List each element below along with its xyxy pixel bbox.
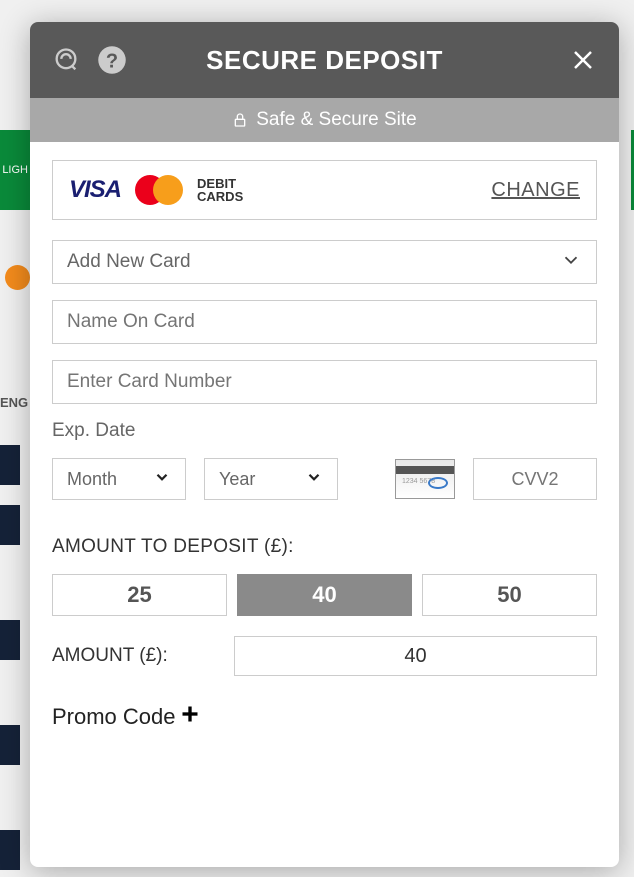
bg-dark-block: [0, 505, 20, 545]
add-new-card-select[interactable]: Add New Card: [52, 240, 597, 284]
name-on-card-row[interactable]: [52, 300, 597, 344]
debit-cards-label: DEBIT CARDS: [197, 177, 243, 203]
amount-preset-50[interactable]: 50: [422, 574, 597, 616]
bg-dark-block: [0, 830, 20, 870]
close-button[interactable]: [567, 44, 599, 76]
chevron-down-icon: [560, 249, 582, 276]
mastercard-logo: [135, 175, 183, 205]
amount-label: AMOUNT (£):: [52, 645, 214, 667]
amount-input-box[interactable]: [234, 636, 597, 676]
promo-code-label: Promo Code: [52, 704, 176, 730]
bg-text-eng: ENG: [0, 395, 28, 410]
change-card-type-link[interactable]: CHANGE: [491, 179, 580, 202]
help-icon[interactable]: ?: [96, 44, 128, 76]
bg-dark-block: [0, 725, 20, 765]
modal-header: ? SECURE DEPOSIT: [30, 22, 619, 98]
card-type-selector: VISA DEBIT CARDS CHANGE: [52, 160, 597, 220]
exp-date-label: Exp. Date: [52, 420, 597, 442]
bg-dark-block: [0, 620, 20, 660]
svg-text:?: ?: [106, 51, 118, 73]
bg-dark-block: [0, 445, 20, 485]
cvv-input[interactable]: [474, 469, 596, 490]
chevron-down-icon: [305, 468, 323, 491]
exp-year-label: Year: [219, 469, 255, 490]
bg-basketball-icon: [5, 265, 30, 290]
safe-secure-bar: Safe & Secure Site: [30, 98, 619, 142]
card-number-row[interactable]: [52, 360, 597, 404]
cvv-hint-icon: 1234 5678: [395, 459, 455, 499]
promo-code-expand-button[interactable]: [180, 704, 200, 730]
card-number-input[interactable]: [67, 371, 582, 393]
name-on-card-input[interactable]: [67, 311, 582, 333]
add-new-card-label: Add New Card: [67, 251, 191, 273]
support-icon[interactable]: [50, 44, 82, 76]
exp-year-select[interactable]: Year: [204, 458, 338, 500]
amount-preset-40[interactable]: 40: [237, 574, 412, 616]
amount-preset-25[interactable]: 25: [52, 574, 227, 616]
lock-icon: [232, 111, 248, 129]
exp-month-label: Month: [67, 469, 117, 490]
safe-text: Safe & Secure Site: [256, 109, 417, 131]
bg-highlight: LIGH: [0, 130, 30, 210]
chevron-down-icon: [153, 468, 171, 491]
amount-to-deposit-label: AMOUNT TO DEPOSIT (£):: [52, 536, 597, 558]
cvv-input-box[interactable]: [473, 458, 597, 500]
exp-month-select[interactable]: Month: [52, 458, 186, 500]
secure-deposit-modal: ? SECURE DEPOSIT Safe & Secure Site VISA…: [30, 22, 619, 867]
amount-input[interactable]: [235, 645, 596, 668]
visa-logo: VISA: [69, 176, 121, 204]
